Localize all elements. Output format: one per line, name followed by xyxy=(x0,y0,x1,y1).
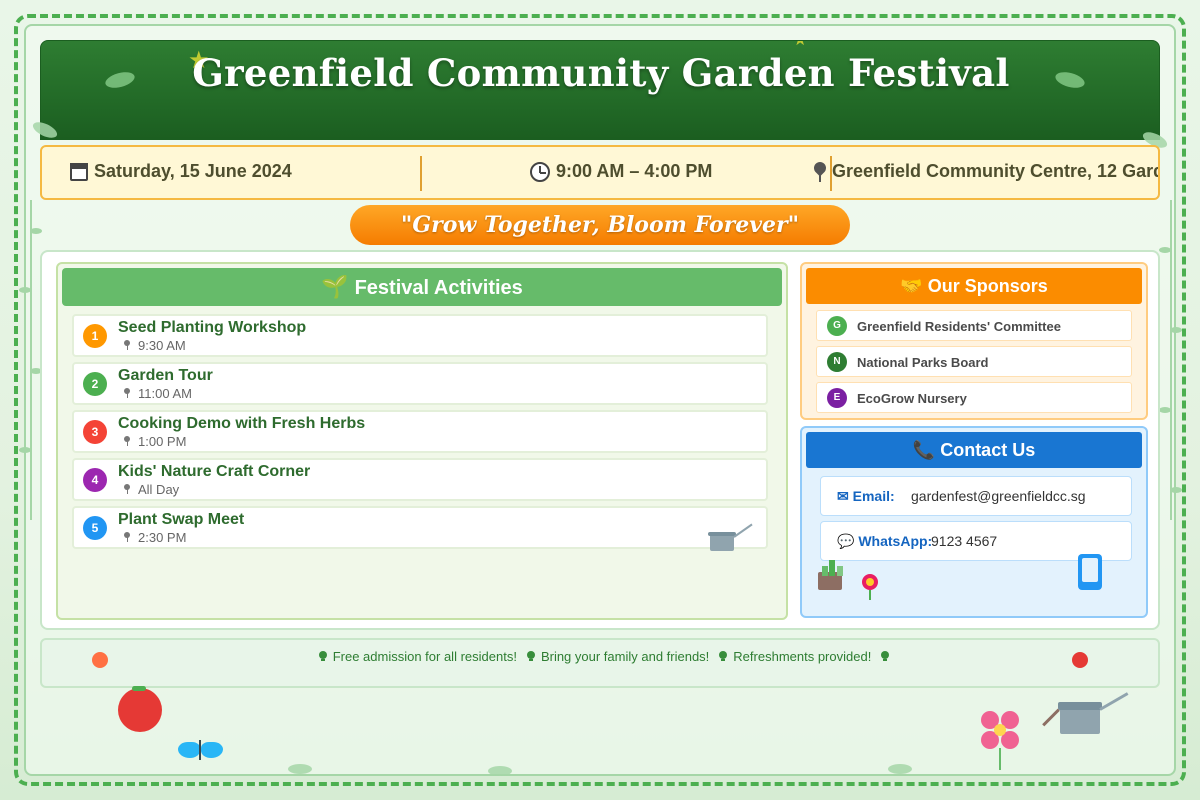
event-time: 9:00 AM – 4:00 PM xyxy=(530,161,712,182)
footer-note: Free admission for all residents! xyxy=(332,649,517,664)
event-date: Saturday, 15 June 2024 xyxy=(70,161,292,182)
handshake-icon: 🤝 xyxy=(900,276,923,296)
footer-notes: Free admission for all residents! Bring y… xyxy=(40,638,1160,688)
contact-email: ✉ Email: gardenfest@greenfieldcc.sg xyxy=(820,476,1132,516)
chat-icon: 💬 xyxy=(837,533,855,549)
plant-icon xyxy=(822,566,828,576)
activity-item: 3 Cooking Demo with Fresh Herbs 1:00 PM xyxy=(72,410,768,453)
bulb-icon xyxy=(881,651,890,662)
sprout-icon: 🌱 xyxy=(321,274,349,299)
sponsor-badge: N xyxy=(827,352,847,372)
vine-left xyxy=(30,200,32,520)
vine-leaf xyxy=(19,287,31,293)
activity-time: 11:00 AM xyxy=(138,386,192,401)
activity-time: 9:30 AM xyxy=(138,338,186,353)
sponsor-badge: E xyxy=(827,388,847,408)
activity-item: 4 Kids' Nature Craft Corner All Day xyxy=(72,458,768,501)
activity-number: 5 xyxy=(83,516,107,540)
tomato-icon xyxy=(1072,652,1088,668)
plant-icon xyxy=(837,566,843,576)
event-location: Greenfield Community Centre, 12 Garden L xyxy=(814,161,1158,182)
vine-leaf xyxy=(30,228,42,234)
clock-icon xyxy=(530,161,550,182)
activity-title: Garden Tour xyxy=(118,367,213,384)
contact-panel: 📞 Contact Us ✉ Email: gardenfest@greenfi… xyxy=(800,426,1148,618)
vine-leaf xyxy=(1170,327,1182,333)
activity-title: Kids' Nature Craft Corner xyxy=(118,463,311,480)
sponsors-panel: 🤝 Our Sponsors G Greenfield Residents' Co… xyxy=(800,262,1148,420)
whatsapp-link[interactable]: 9123 4567 xyxy=(931,533,997,549)
bulb-icon xyxy=(318,651,327,662)
page-title: Greenfield Community Garden Festival xyxy=(192,51,1010,95)
leaf-icon xyxy=(488,766,512,776)
star-icon: ★ xyxy=(793,40,808,49)
phone-icon: 📞 xyxy=(912,440,936,460)
calendar-icon xyxy=(70,162,88,181)
pin-icon xyxy=(814,162,826,182)
activity-number: 3 xyxy=(83,420,107,444)
sponsor-item: E EcoGrow Nursery xyxy=(816,382,1132,413)
butterfly-icon xyxy=(178,742,200,758)
activities-list: 1 Seed Planting Workshop 9:30 AM 2 Garden To… xyxy=(72,314,768,554)
activity-item: 5 Plant Swap Meet 2:30 PM xyxy=(72,506,768,549)
contact-heading: 📞 Contact Us xyxy=(806,432,1142,468)
plant-icon xyxy=(829,560,835,576)
main-content: 🌱 Festival Activities 1 Seed Planting Work… xyxy=(40,250,1160,630)
vine-leaf xyxy=(1159,247,1171,253)
pin-icon xyxy=(123,388,131,400)
divider xyxy=(420,156,422,191)
activity-title: Seed Planting Workshop xyxy=(118,319,307,336)
vine-leaf xyxy=(1170,487,1182,493)
footer-note: Refreshments provided! xyxy=(733,649,872,664)
pink-flower-icon xyxy=(980,710,1020,750)
activities-panel: 🌱 Festival Activities 1 Seed Planting Work… xyxy=(56,262,788,620)
pin-icon xyxy=(123,484,131,496)
pin-icon xyxy=(123,436,131,448)
activities-heading: 🌱 Festival Activities xyxy=(62,268,782,306)
bulb-icon xyxy=(526,651,535,662)
activity-time: 1:00 PM xyxy=(138,434,187,449)
activity-number: 2 xyxy=(83,372,107,396)
festival-poster: ★ ★ ★ Greenfield Community Garden Festiv… xyxy=(0,0,1200,800)
sponsor-badge: G xyxy=(827,316,847,336)
sponsor-item: N National Parks Board xyxy=(816,346,1132,377)
vine-leaf xyxy=(19,447,31,453)
fruit-icon xyxy=(92,652,108,668)
pin-icon xyxy=(123,340,131,352)
sponsors-heading: 🤝 Our Sponsors xyxy=(806,268,1142,304)
header-banner: ★ ★ ★ Greenfield Community Garden Festiv… xyxy=(40,40,1160,140)
leaf-icon xyxy=(888,764,912,774)
activity-time: All Day xyxy=(138,482,180,497)
tagline: "Grow Together, Bloom Forever" xyxy=(350,205,850,245)
activity-item: 1 Seed Planting Workshop 9:30 AM xyxy=(72,314,768,357)
activity-number: 1 xyxy=(83,324,107,348)
vine-leaf xyxy=(1159,407,1171,413)
pin-icon xyxy=(123,532,131,544)
activity-title: Cooking Demo with Fresh Herbs xyxy=(118,415,366,432)
event-info-bar: Saturday, 15 June 2024 9:00 AM – 4:00 PM… xyxy=(40,145,1160,200)
activity-title: Plant Swap Meet xyxy=(118,511,245,528)
bulb-icon xyxy=(719,651,728,662)
envelope-icon: ✉ xyxy=(837,488,849,504)
email-link[interactable]: gardenfest@greenfieldcc.sg xyxy=(911,488,1086,504)
footer-text: Free admission for all residents! Bring y… xyxy=(42,649,1162,664)
leaf-icon xyxy=(288,764,312,774)
activity-item: 2 Garden Tour 11:00 AM xyxy=(72,362,768,405)
apple-icon xyxy=(118,688,162,732)
footer-note: Bring your family and friends! xyxy=(540,649,710,664)
activity-time: 2:30 PM xyxy=(138,530,187,545)
sponsor-name: EcoGrow Nursery xyxy=(857,391,967,406)
sponsor-name: Greenfield Residents' Committee xyxy=(857,319,1061,334)
sponsor-item: G Greenfield Residents' Committee xyxy=(816,310,1132,341)
activity-number: 4 xyxy=(83,468,107,492)
sponsor-name: National Parks Board xyxy=(857,355,989,370)
